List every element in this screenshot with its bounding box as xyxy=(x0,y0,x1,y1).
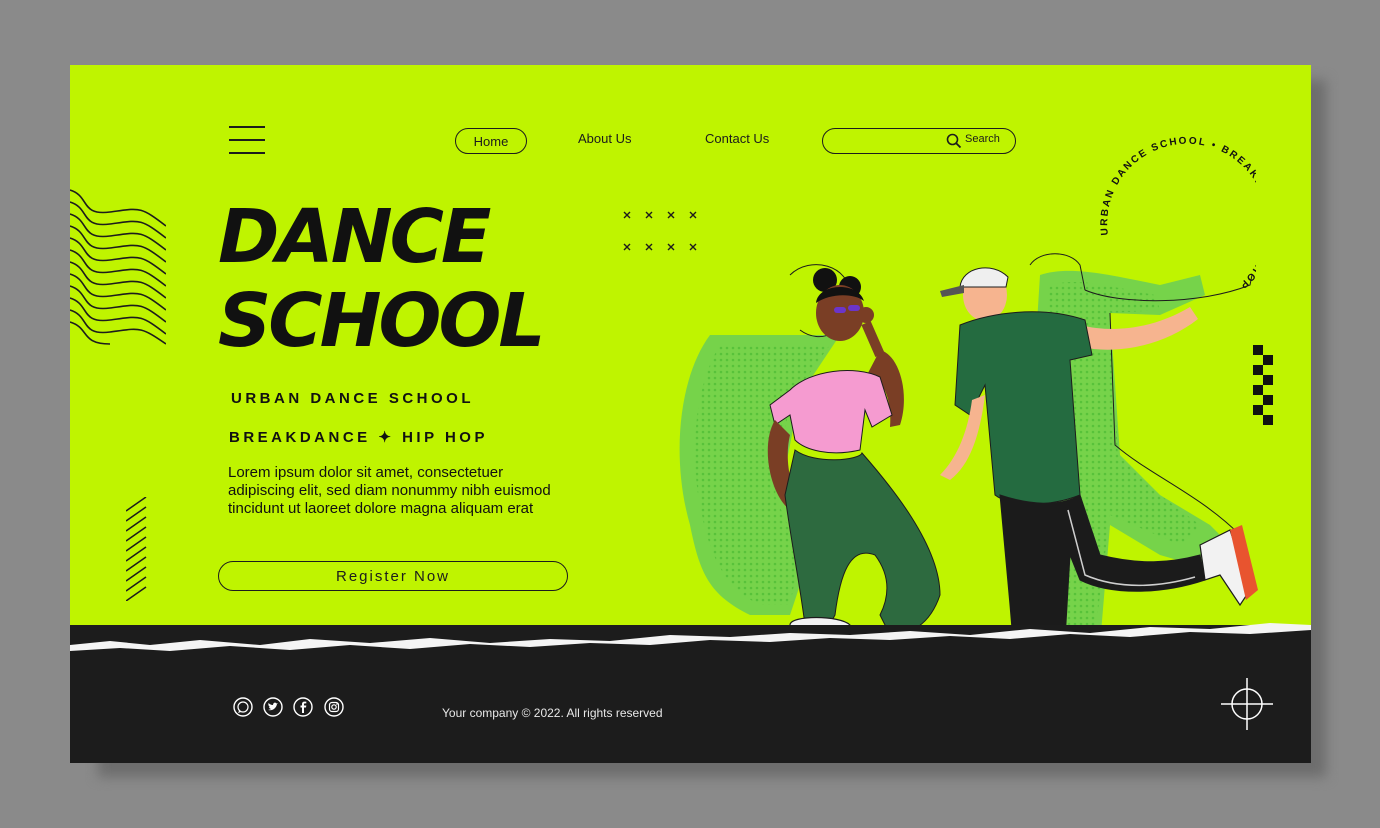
subtitle-styles: BREAKDANCE ✦ HIP HOP xyxy=(229,429,488,446)
torn-paper-edge xyxy=(70,623,1311,655)
hatch-pattern xyxy=(126,497,147,601)
title-line-2: SCHOOL xyxy=(218,278,546,364)
twitter-icon[interactable] xyxy=(263,697,283,717)
copyright-text: Your company © 2022. All rights reserved xyxy=(442,706,663,720)
nav-about-link[interactable]: About Us xyxy=(578,131,631,146)
search-icon xyxy=(946,133,962,149)
search-input[interactable]: Search xyxy=(822,128,1016,154)
whatsapp-icon[interactable] xyxy=(233,697,253,717)
facebook-icon[interactable] xyxy=(293,697,313,717)
nav-home-button[interactable]: Home xyxy=(455,128,527,154)
nav-contact-link[interactable]: Contact Us xyxy=(705,131,769,146)
description-text: Lorem ipsum dolor sit amet, consectetuer… xyxy=(228,464,551,517)
landing-page: Home About Us Contact Us Search DANCE SC… xyxy=(70,65,1311,763)
subtitle-school: URBAN DANCE SCHOOL xyxy=(231,390,474,407)
instagram-icon[interactable] xyxy=(324,697,344,717)
search-label: Search xyxy=(965,133,1000,145)
hamburger-menu-icon[interactable] xyxy=(229,126,265,156)
wavy-pattern xyxy=(70,189,166,345)
crosshair-icon xyxy=(1221,678,1273,730)
title-line-1: DANCE xyxy=(218,194,491,280)
register-button[interactable]: Register Now xyxy=(218,561,568,591)
page-title: DANCE SCHOOL xyxy=(218,194,546,364)
